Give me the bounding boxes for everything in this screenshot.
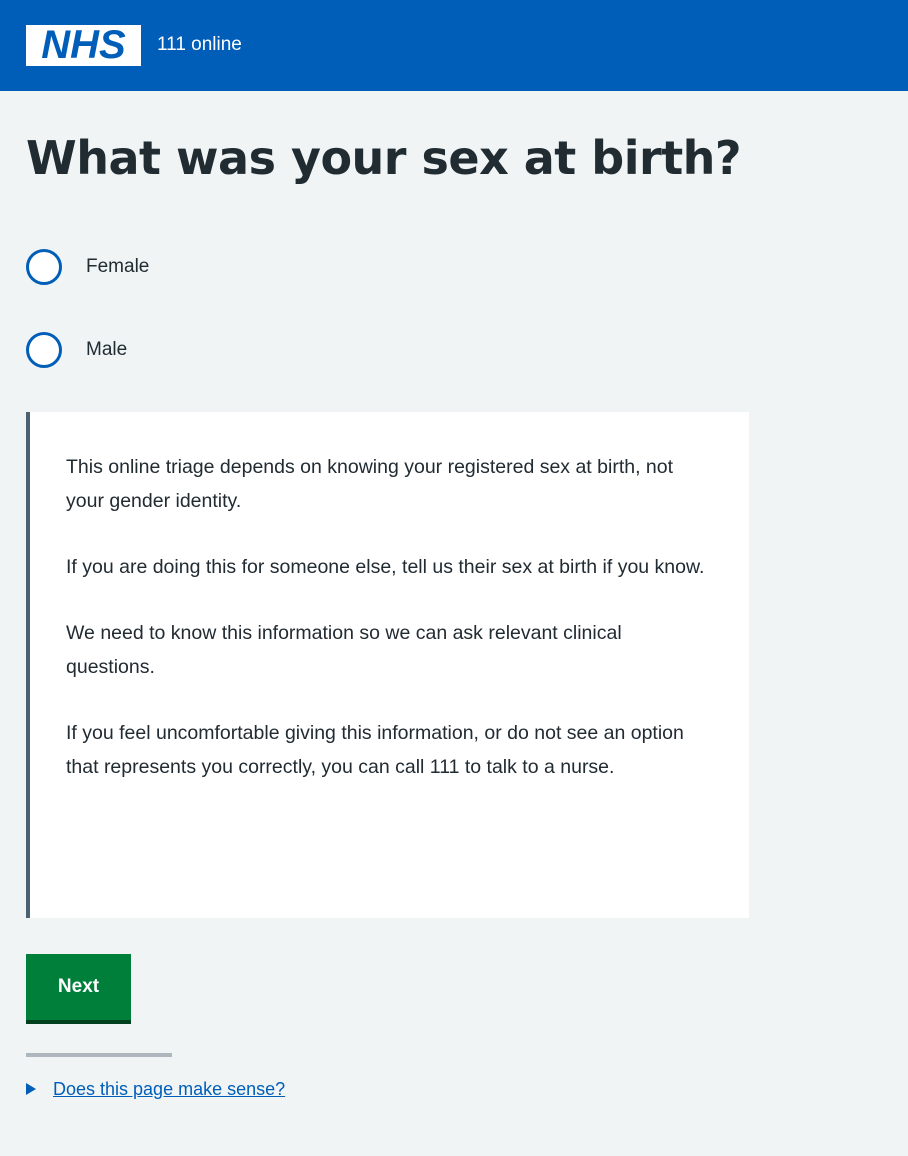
radio-option-female[interactable]: Female (26, 249, 149, 285)
nhs-logo[interactable]: NHS (26, 25, 141, 66)
page-title: What was your sex at birth? (26, 131, 742, 185)
radio-label-female[interactable]: Female (86, 253, 149, 281)
next-button[interactable]: Next (26, 954, 131, 1020)
triangle-right-icon (26, 1083, 36, 1095)
inset-paragraph: If you are doing this for someone else, … (66, 556, 705, 578)
feedback-link[interactable]: Does this page make sense? (53, 1076, 285, 1102)
nhs-logo-text: NHS (41, 23, 126, 67)
service-name[interactable]: 111 online (157, 30, 242, 60)
inset-info-panel: This online triage depends on knowing yo… (26, 412, 749, 918)
radio-button-male[interactable] (26, 332, 62, 368)
section-divider (26, 1053, 172, 1057)
radio-option-male[interactable]: Male (26, 332, 127, 368)
radio-button-female[interactable] (26, 249, 62, 285)
feedback-details-toggle[interactable]: Does this page make sense? (26, 1076, 285, 1102)
radio-label-male[interactable]: Male (86, 336, 127, 364)
inset-paragraph: This online triage depends on knowing yo… (66, 456, 674, 512)
site-header: NHS 111 online (0, 0, 908, 91)
inset-paragraph: If you feel uncomfortable giving this in… (66, 722, 684, 778)
inset-paragraph: We need to know this information so we c… (66, 622, 622, 678)
